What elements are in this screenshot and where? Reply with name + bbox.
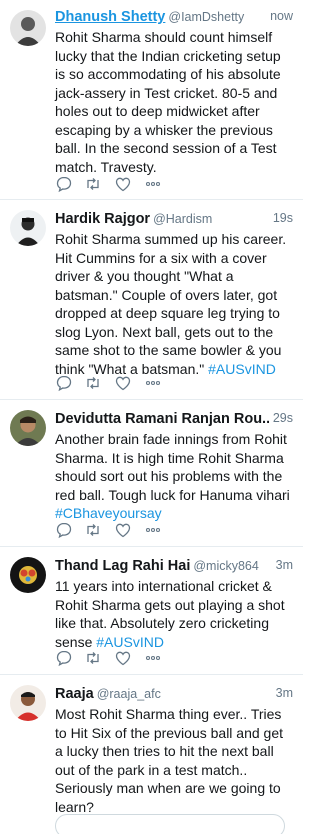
timestamp[interactable]: 3m	[271, 686, 293, 700]
author-handle[interactable]: @micky864	[193, 559, 259, 573]
tweet-text-body: Rohit Sharma summed up his career. Hit C…	[55, 231, 287, 377]
author-handle[interactable]: @IamDshetty	[168, 10, 244, 24]
tweet-text: Rohit Sharma summed up his career. Hit C…	[55, 230, 293, 378]
tweet-card[interactable]: Devidutta Ramani Ranjan Rou... 29s Anoth…	[0, 400, 303, 547]
reply-icon[interactable]	[55, 175, 73, 193]
timestamp[interactable]: now	[266, 9, 293, 23]
author-name[interactable]: Devidutta Ramani Ranjan Rou...	[55, 411, 274, 427]
tweet-text: Another brain fade innings from Rohit Sh…	[55, 430, 293, 523]
retweet-icon[interactable]	[84, 374, 102, 392]
tweet-text-body: Another brain fade innings from Rohit Sh…	[55, 431, 290, 503]
tweet-text-body: Rohit Sharma should count himself lucky …	[55, 29, 281, 175]
retweet-icon[interactable]	[84, 521, 102, 539]
hashtag-link[interactable]: #CBhaveyoursay	[55, 505, 162, 521]
like-icon[interactable]	[114, 521, 132, 539]
author-name[interactable]: Raaja	[55, 686, 94, 702]
avatar[interactable]	[10, 410, 46, 446]
timestamp[interactable]: 29s	[268, 411, 293, 425]
timestamp[interactable]: 3m	[271, 558, 293, 572]
retweet-icon[interactable]	[84, 649, 102, 667]
like-icon[interactable]	[114, 649, 132, 667]
reply-icon[interactable]	[55, 374, 73, 392]
hashtag-link[interactable]: #AUSvIND	[96, 634, 164, 650]
tweet-text-body: 11 years into international cricket & Ro…	[55, 578, 285, 650]
reply-icon[interactable]	[55, 521, 73, 539]
more-icon[interactable]	[144, 374, 162, 392]
more-icon[interactable]	[144, 521, 162, 539]
retweet-icon[interactable]	[84, 175, 102, 193]
author-handle[interactable]: @raaja_afc	[97, 687, 161, 701]
tweet-text: Most Rohit Sharma thing ever.. Tries to …	[55, 705, 293, 816]
tweet-card[interactable]: Hardik Rajgor @Hardism 19s Rohit Sharma s…	[0, 200, 303, 400]
author-handle[interactable]: @Hardism	[153, 212, 212, 226]
hashtag-link[interactable]: #AUSvIND	[208, 361, 276, 377]
avatar[interactable]	[10, 10, 46, 46]
tweet-feed: Dhanush Shetty @IamDshetty now Rohit Shar…	[0, 0, 303, 834]
tweet-card[interactable]: Dhanush Shetty @IamDshetty now Rohit Shar…	[0, 0, 303, 200]
tweet-text: Rohit Sharma should count himself lucky …	[55, 28, 293, 176]
avatar[interactable]	[10, 210, 46, 246]
tweet-text-body: Most Rohit Sharma thing ever.. Tries to …	[55, 706, 284, 815]
avatar[interactable]	[10, 685, 46, 721]
tweet-card[interactable]: Raaja @raaja_afc 3m Most Rohit Sharma thi…	[0, 675, 303, 834]
timestamp[interactable]: 19s	[268, 211, 293, 225]
reply-icon[interactable]	[55, 649, 73, 667]
like-icon[interactable]	[114, 374, 132, 392]
tweet-text: 11 years into international cricket & Ro…	[55, 577, 293, 651]
tweet-card[interactable]: Thand Lag Rahi Hai @micky864 3m 11 years …	[0, 547, 303, 675]
like-icon[interactable]	[114, 175, 132, 193]
author-name[interactable]: Hardik Rajgor	[55, 211, 150, 227]
tweet-card-preview[interactable]	[55, 814, 285, 834]
more-icon[interactable]	[144, 649, 162, 667]
author-name[interactable]: Thand Lag Rahi Hai	[55, 558, 190, 574]
avatar[interactable]	[10, 557, 46, 593]
more-icon[interactable]	[144, 175, 162, 193]
author-name[interactable]: Dhanush Shetty	[55, 9, 165, 25]
